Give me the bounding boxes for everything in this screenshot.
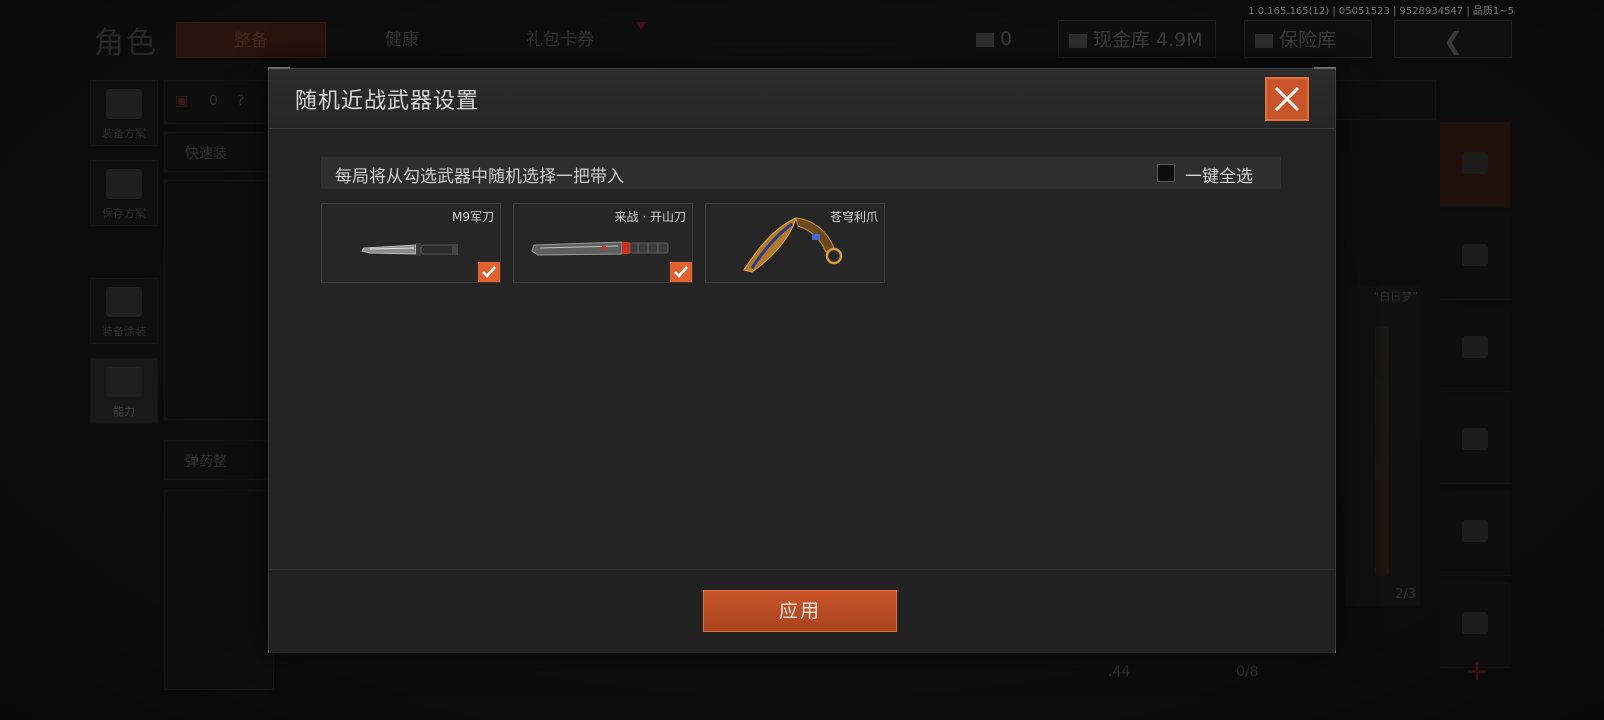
dialog-footer: 应用 <box>269 569 1335 653</box>
weapon-card-karambit[interactable]: 苍穹利爪 <box>705 203 885 283</box>
apply-button[interactable]: 应用 <box>703 590 897 632</box>
machete-icon <box>531 241 669 256</box>
random-melee-dialog: 随机近战武器设置 每局将从勾选武器中随机选择一把带入 一键全选 M9军刀 来战 … <box>268 67 1336 653</box>
info-bar: 每局将从勾选武器中随机选择一把带入 一键全选 <box>321 157 1281 189</box>
close-icon <box>1274 86 1300 112</box>
weapon-name: 来战 · 开山刀 <box>614 210 686 224</box>
weapon-checkbox-checked[interactable] <box>670 262 692 282</box>
weapon-name: M9军刀 <box>452 210 494 224</box>
dialog-title: 随机近战武器设置 <box>295 89 480 114</box>
checkmark-icon <box>482 266 496 278</box>
close-button[interactable] <box>1265 77 1309 121</box>
select-all-checkbox[interactable] <box>1157 164 1175 182</box>
select-all-label: 一键全选 <box>1185 167 1253 187</box>
karambit-icon <box>743 217 843 273</box>
weapon-checkbox-checked[interactable] <box>478 262 500 282</box>
combat-knife-icon <box>361 243 458 256</box>
weapon-card-machete[interactable]: 来战 · 开山刀 <box>513 203 693 283</box>
weapon-card-m9[interactable]: M9军刀 <box>321 203 501 283</box>
checkmark-icon <box>674 266 688 278</box>
info-text: 每局将从勾选武器中随机选择一把带入 <box>335 167 624 187</box>
dialog-header: 随机近战武器设置 <box>269 69 1335 129</box>
